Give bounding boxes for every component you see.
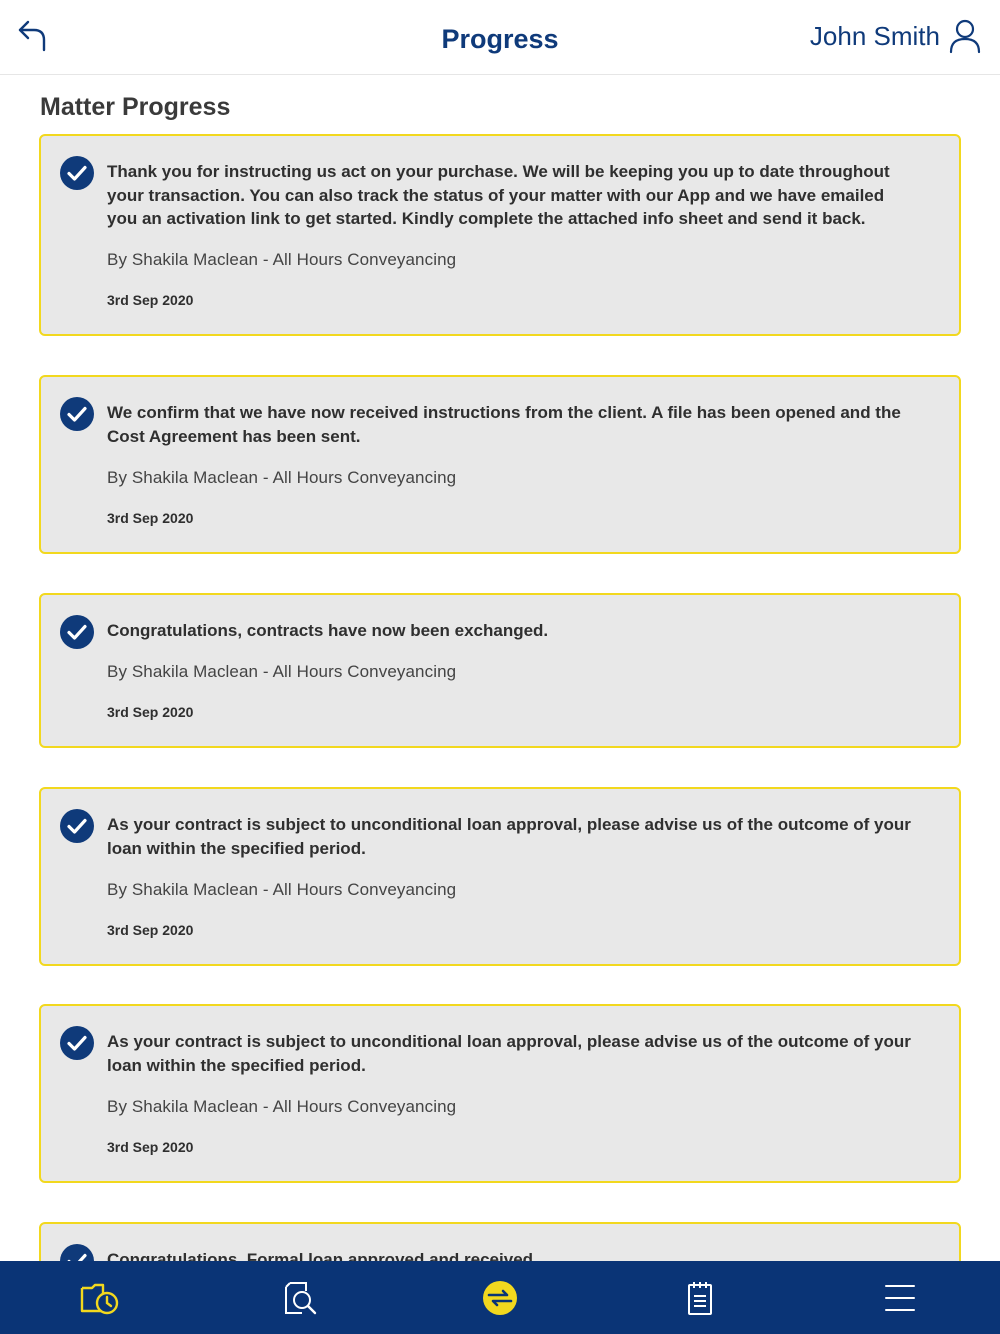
- progress-author: By Shakila Maclean - All Hours Conveyanc…: [107, 662, 457, 681]
- progress-author: By Shakila Maclean - All Hours Conveyanc…: [107, 250, 457, 269]
- check-circle-icon: [60, 1026, 94, 1060]
- notes-tab-icon[interactable]: [680, 1279, 720, 1317]
- user-icon: [948, 18, 982, 54]
- progress-message: Thank you for instructing us act on your…: [107, 162, 890, 228]
- check-circle-icon: [60, 809, 94, 843]
- progress-author: By Shakila Maclean - All Hours Conveyanc…: [107, 468, 457, 487]
- progress-card: As your contract is subject to unconditi…: [39, 1004, 961, 1183]
- exchange-tab-icon[interactable]: [480, 1279, 520, 1317]
- progress-date: 3rd Sep 2020: [107, 922, 194, 938]
- progress-message: As your contract is subject to unconditi…: [107, 1032, 911, 1075]
- progress-card: As your contract is subject to unconditi…: [39, 787, 961, 966]
- app-header: Progress John Smith: [0, 0, 1000, 75]
- progress-card: Congratulations, Formal loan approved an…: [39, 1222, 961, 1261]
- progress-list[interactable]: Matter Progress Thank you for instructin…: [0, 76, 1000, 1261]
- progress-card: Thank you for instructing us act on your…: [39, 134, 961, 336]
- progress-message: Congratulations, Formal loan approved an…: [107, 1250, 538, 1261]
- progress-message: We confirm that we have now received ins…: [107, 403, 901, 446]
- check-circle-icon: [60, 1244, 94, 1261]
- progress-date: 3rd Sep 2020: [107, 510, 194, 526]
- progress-date: 3rd Sep 2020: [107, 1139, 194, 1155]
- progress-date: 3rd Sep 2020: [107, 704, 194, 720]
- progress-card: Congratulations, contracts have now been…: [39, 593, 961, 748]
- progress-card: We confirm that we have now received ins…: [39, 375, 961, 554]
- progress-message: Congratulations, contracts have now been…: [107, 621, 549, 640]
- documents-search-tab-icon[interactable]: [280, 1279, 320, 1317]
- user-profile-button[interactable]: John Smith: [810, 18, 982, 54]
- progress-date: 3rd Sep 2020: [107, 292, 194, 308]
- progress-tab-icon[interactable]: [79, 1279, 121, 1317]
- check-circle-icon: [60, 397, 94, 431]
- bottom-tab-bar: [0, 1261, 1000, 1334]
- progress-author: By Shakila Maclean - All Hours Conveyanc…: [107, 880, 457, 899]
- progress-message: As your contract is subject to unconditi…: [107, 815, 911, 858]
- check-circle-icon: [60, 615, 94, 649]
- user-name: John Smith: [809, 20, 940, 51]
- section-title: Matter Progress: [40, 93, 231, 121]
- progress-author: By Shakila Maclean - All Hours Conveyanc…: [107, 1097, 457, 1116]
- check-circle-icon: [60, 156, 94, 190]
- menu-tab-icon[interactable]: [880, 1279, 920, 1317]
